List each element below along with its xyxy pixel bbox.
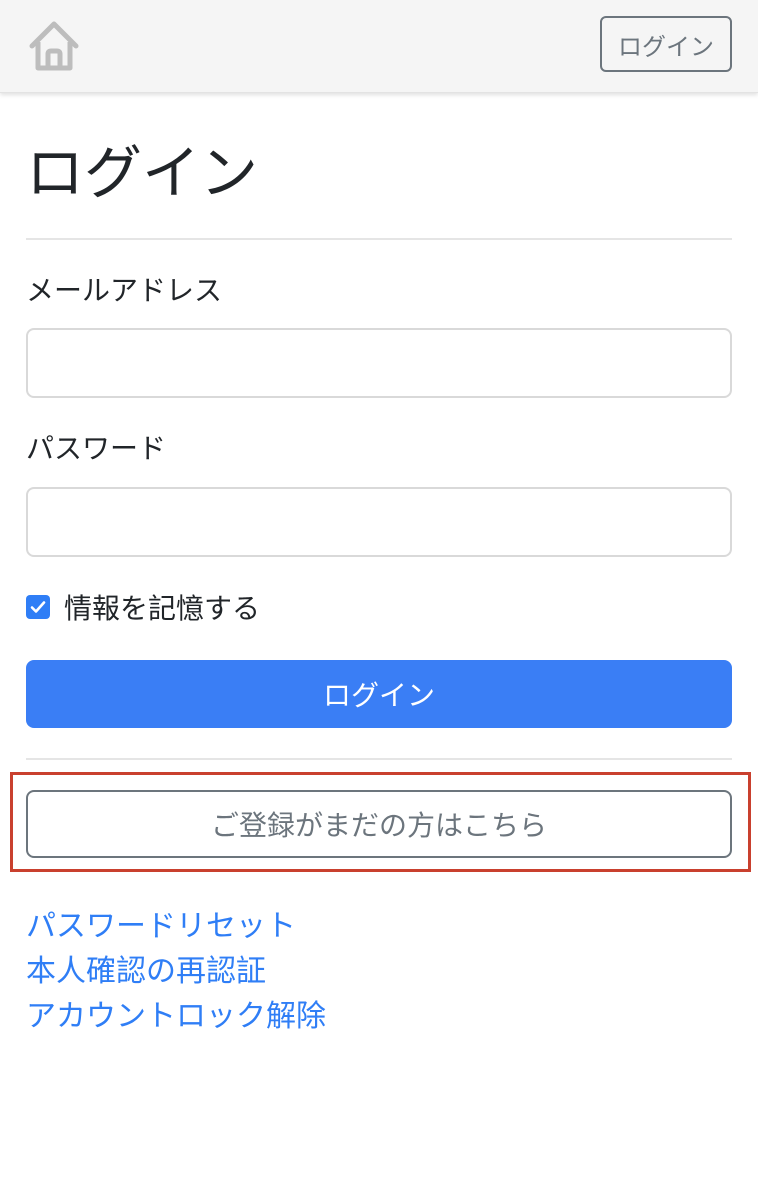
page-title: ログイン: [26, 139, 259, 207]
remember-me: 情報を記憶する: [26, 590, 261, 625]
email-field[interactable]: [26, 328, 732, 398]
password-label: パスワード: [26, 432, 167, 465]
navbar: ログイン: [0, 0, 758, 93]
home-icon[interactable]: [26, 18, 82, 74]
nav-login-button[interactable]: ログイン: [600, 16, 732, 72]
remember-checkbox[interactable]: [26, 595, 50, 619]
title-divider: [26, 238, 732, 240]
auxiliary-links: パスワードリセット 本人確認の再認証 アカウントロック解除: [26, 904, 326, 1039]
reconfirm-identity-link[interactable]: 本人確認の再認証: [26, 949, 326, 994]
login-submit-button[interactable]: ログイン: [26, 660, 732, 728]
remember-label: 情報を記憶する: [64, 592, 261, 625]
password-reset-link[interactable]: パスワードリセット: [26, 904, 326, 949]
password-field[interactable]: [26, 487, 732, 557]
form-divider: [26, 758, 732, 760]
unlock-account-link[interactable]: アカウントロック解除: [26, 994, 326, 1039]
email-label: メールアドレス: [26, 274, 223, 307]
register-button[interactable]: ご登録がまだの方はこちら: [26, 790, 732, 858]
check-icon: [30, 601, 46, 613]
